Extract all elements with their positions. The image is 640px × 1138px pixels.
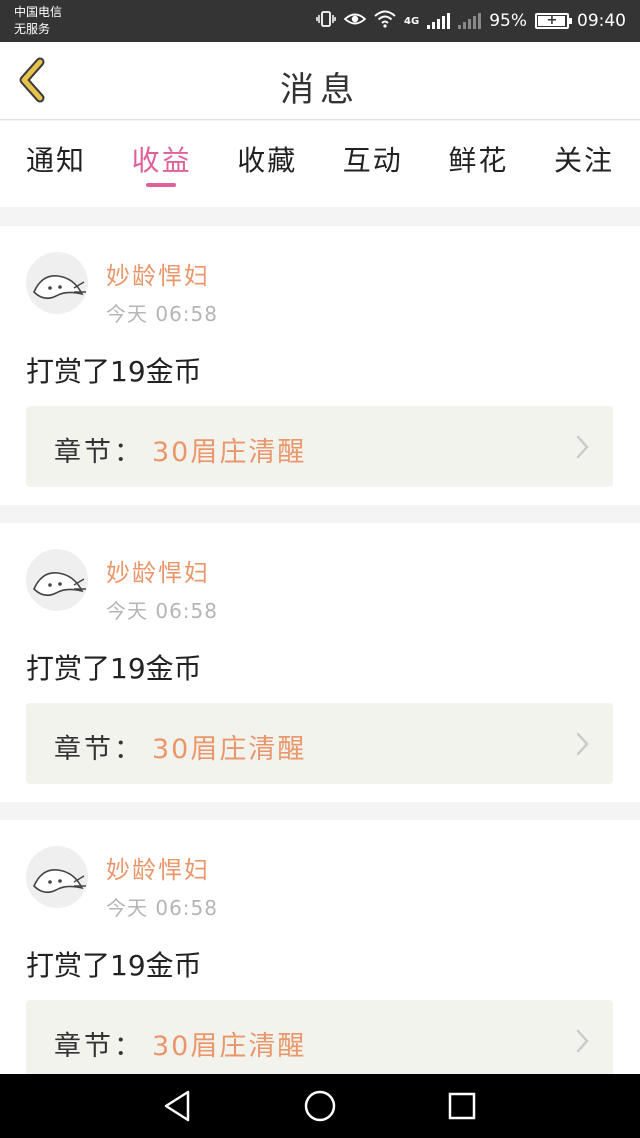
chapter-title: 30眉庄清醒 xyxy=(152,437,307,468)
tab-favorites[interactable]: 收藏 xyxy=(237,121,297,207)
chevron-right-icon xyxy=(576,435,589,459)
page-title: 消息 xyxy=(280,70,360,110)
tab-interactions[interactable]: 互动 xyxy=(343,121,403,207)
nav-home-button[interactable] xyxy=(302,1088,338,1124)
chapter-link[interactable]: 章节： 30眉庄清醒 xyxy=(26,703,613,784)
username[interactable]: 妙龄悍妇 xyxy=(106,256,210,291)
tab-label: 鲜花 xyxy=(448,144,509,177)
tab-notifications[interactable]: 通知 xyxy=(26,121,86,207)
tab-label: 互动 xyxy=(342,144,403,177)
message-card: 妙龄悍妇 今天 06:58 打赏了19金币 章节： 30眉庄清醒 xyxy=(0,820,640,1099)
signal-strength-icon xyxy=(427,13,451,29)
avatar-icon xyxy=(33,869,86,894)
avatar[interactable] xyxy=(26,549,88,611)
chapter-label: 章节： xyxy=(54,437,144,468)
username[interactable]: 妙龄悍妇 xyxy=(106,553,210,588)
nav-back-button[interactable] xyxy=(160,1088,196,1124)
status-icons: 4G 95% + 09:40 xyxy=(316,0,626,42)
square-recents-icon xyxy=(448,1092,476,1120)
clock: 09:40 xyxy=(577,11,626,31)
message-text: 打赏了19金币 xyxy=(26,355,202,388)
message-text: 打赏了19金币 xyxy=(26,652,202,685)
carrier-info: 中国电信 无服务 xyxy=(14,4,62,38)
eye-comfort-icon xyxy=(343,10,367,33)
app-header: 消息 xyxy=(0,42,640,120)
battery-percent: 95% xyxy=(489,11,527,31)
message-card: 妙龄悍妇 今天 06:58 打赏了19金币 章节： 30眉庄清醒 xyxy=(0,523,640,802)
triangle-back-icon xyxy=(164,1090,190,1122)
chapter-label: 章节： xyxy=(54,734,144,765)
vibrate-icon xyxy=(316,9,336,34)
timestamp: 今天 06:58 xyxy=(106,302,218,326)
chapter-title: 30眉庄清醒 xyxy=(152,734,307,765)
service-status: 无服务 xyxy=(14,22,51,36)
message-card: 妙龄悍妇 今天 06:58 打赏了19金币 章节： 30眉庄清醒 xyxy=(0,226,640,505)
message-text: 打赏了19金币 xyxy=(26,949,202,982)
status-bar: 中国电信 无服务 4G 95% + 09:40 xyxy=(0,0,640,42)
tab-label: 通知 xyxy=(26,144,87,177)
chapter-link[interactable]: 章节： 30眉庄清醒 xyxy=(26,1000,613,1081)
active-tab-indicator xyxy=(145,183,176,187)
signal-secondary-icon xyxy=(458,13,482,29)
tab-earnings[interactable]: 收益 xyxy=(132,121,192,207)
avatar[interactable] xyxy=(26,846,88,908)
network-type: 4G xyxy=(404,15,420,27)
battery-icon: + xyxy=(535,13,572,29)
chapter-label: 章节： xyxy=(54,1031,144,1062)
message-feed: 妙龄悍妇 今天 06:58 打赏了19金币 章节： 30眉庄清醒 妙龄悍妇 今天… xyxy=(0,226,640,1117)
avatar-icon xyxy=(33,275,86,300)
chevron-right-icon xyxy=(576,1029,589,1053)
tab-label: 关注 xyxy=(553,144,614,177)
tab-flowers[interactable]: 鲜花 xyxy=(448,121,508,207)
avatar-icon xyxy=(33,572,86,597)
timestamp: 今天 06:58 xyxy=(106,896,218,920)
nav-recents-button[interactable] xyxy=(444,1088,480,1124)
tab-following[interactable]: 关注 xyxy=(554,121,614,207)
wifi-icon xyxy=(374,10,396,33)
chevron-right-icon xyxy=(576,732,589,756)
circle-home-icon xyxy=(304,1090,336,1122)
timestamp: 今天 06:58 xyxy=(106,599,218,623)
tab-label: 收藏 xyxy=(237,144,298,177)
avatar[interactable] xyxy=(26,252,88,314)
chapter-title: 30眉庄清醒 xyxy=(152,1031,307,1062)
system-nav-bar xyxy=(0,1074,640,1138)
tab-bar: 通知 收益 收藏 互动 鲜花 关注 xyxy=(0,121,640,207)
username[interactable]: 妙龄悍妇 xyxy=(106,850,210,885)
chapter-link[interactable]: 章节： 30眉庄清醒 xyxy=(26,406,613,487)
tab-label: 收益 xyxy=(131,144,192,177)
carrier-name: 中国电信 xyxy=(14,5,63,19)
